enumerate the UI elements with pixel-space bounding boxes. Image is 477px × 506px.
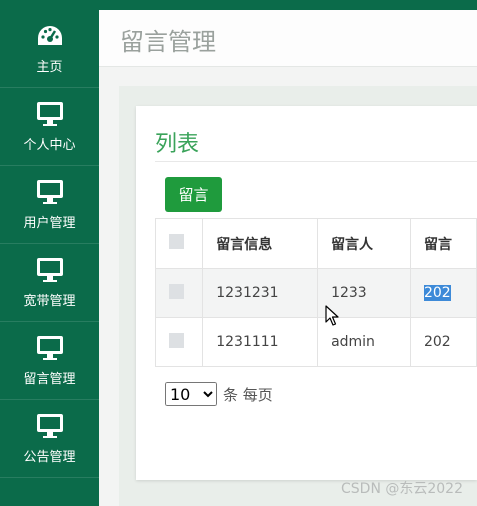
- sidebar-item-announcements[interactable]: 公告管理: [0, 400, 99, 478]
- sidebar-item-label: 个人中心: [23, 138, 76, 153]
- table-row[interactable]: 1231231 1233 202: [154, 268, 477, 318]
- column-header[interactable]: 留言信息: [202, 218, 319, 269]
- row-checkbox-cell: [154, 317, 204, 367]
- select-all-checkbox[interactable]: [169, 234, 184, 249]
- monitor-icon: [35, 334, 65, 362]
- mouse-cursor-icon: [325, 305, 339, 326]
- sidebar-item-label: 主页: [36, 60, 63, 75]
- monitor-icon: [35, 178, 65, 206]
- table-header-row: 留言信息 留言人 留言: [154, 218, 477, 269]
- message-time-cell: 202: [409, 317, 477, 367]
- sidebar-item-label: 公告管理: [23, 450, 76, 465]
- card-title: 列表: [155, 132, 200, 157]
- selected-text: 202: [423, 285, 451, 301]
- dashboard-icon: [35, 22, 65, 50]
- sidebar-item-messages[interactable]: 留言管理: [0, 322, 99, 400]
- message-time-cell: 202: [409, 268, 477, 318]
- page-size-label: 条 每页: [223, 385, 273, 404]
- sidebar-item-profile[interactable]: 个人中心: [0, 88, 99, 166]
- monitor-icon: [35, 412, 65, 440]
- sidebar-item-label: 宽带管理: [23, 294, 76, 309]
- sidebar-item-label: 留言管理: [23, 372, 76, 387]
- message-info-cell: 1231231: [202, 268, 319, 318]
- page-header: 留言管理: [99, 10, 477, 67]
- messages-table: 留言信息 留言人 留言 1231231 1233 202 1231111 adm…: [154, 218, 477, 367]
- select-all-cell: [154, 218, 204, 269]
- column-header[interactable]: 留言人: [317, 218, 411, 269]
- top-strip: [0, 0, 477, 10]
- card-divider: [155, 161, 477, 162]
- message-info-cell: 1231111: [202, 317, 319, 367]
- monitor-icon: [35, 100, 65, 128]
- table-row[interactable]: 1231111 admin 202: [154, 317, 477, 367]
- column-header[interactable]: 留言: [409, 218, 477, 269]
- sidebar-item-broadband[interactable]: 宽带管理: [0, 244, 99, 322]
- add-message-button[interactable]: 留言: [165, 177, 222, 212]
- watermark: CSDN @东云2022: [341, 481, 463, 497]
- sidebar-item-users[interactable]: 用户管理: [0, 166, 99, 244]
- sidebar: 主页 个人中心 用户管理 宽带管理 留言管理 公告管理: [0, 10, 99, 506]
- row-checkbox[interactable]: [169, 283, 184, 299]
- pager: 10 条 每页: [165, 382, 273, 406]
- page-size-select[interactable]: 10: [165, 382, 217, 406]
- sidebar-item-home[interactable]: 主页: [0, 10, 99, 88]
- monitor-icon: [35, 256, 65, 284]
- page-title: 留言管理: [120, 28, 216, 56]
- list-card: 列表 留言 留言信息 留言人 留言 1231231 1233 202 12311…: [136, 106, 477, 480]
- sidebar-item-label: 用户管理: [23, 216, 76, 231]
- row-checkbox-cell: [154, 268, 204, 318]
- row-checkbox[interactable]: [169, 332, 184, 348]
